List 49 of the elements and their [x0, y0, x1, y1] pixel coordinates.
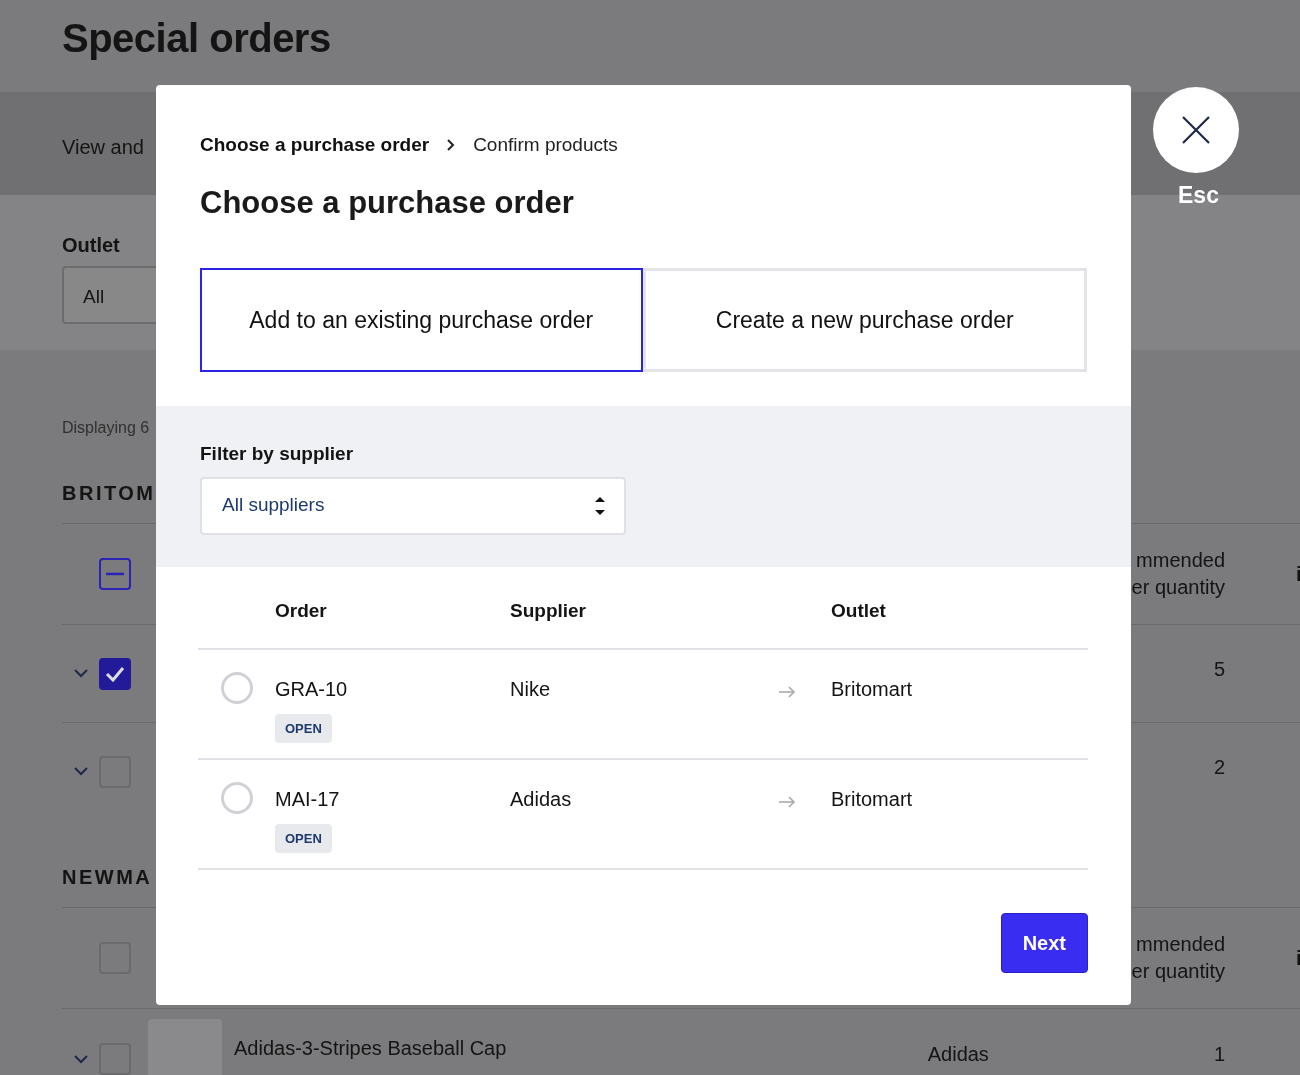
group-heading: BRITOM — [62, 481, 156, 505]
group-heading: NEWMA — [62, 865, 153, 889]
quantity-value: 1 — [1213, 1042, 1225, 1067]
outlet-label: Outlet — [62, 233, 120, 258]
chevron-down-icon — [73, 1055, 88, 1064]
arrow-right-icon — [779, 686, 796, 699]
supplier-name: Adidas — [927, 1042, 989, 1067]
filter-label: Filter by supplier — [200, 442, 354, 466]
status-badge: OPEN — [275, 713, 332, 743]
outlet-name: Britomart — [831, 787, 913, 810]
row-checkbox[interactable] — [99, 657, 131, 690]
column-heading: i — [1295, 946, 1300, 971]
close-icon — [1181, 115, 1211, 145]
radio-button[interactable] — [221, 671, 253, 704]
next-button[interactable]: Next — [1000, 912, 1088, 973]
close-shortcut-label: Esc — [1178, 181, 1219, 210]
results-summary: Displaying 6 — [62, 418, 150, 438]
column-header: Order — [275, 600, 327, 621]
supplier-name: Adidas — [510, 787, 572, 810]
select-all-checkbox[interactable] — [99, 558, 131, 590]
status-badge: OPEN — [275, 823, 332, 853]
outlet-name: Britomart — [831, 677, 913, 700]
chevron-right-icon — [447, 139, 456, 152]
product-name: Adidas-3-Stripes Baseball Cap — [234, 1036, 507, 1061]
chevron-down-icon — [73, 767, 88, 776]
supplier-select[interactable]: All suppliers — [200, 476, 626, 535]
minus-icon — [106, 572, 124, 576]
option-tab[interactable]: Create a new purchase order — [642, 268, 1087, 372]
dialog-title: Choose a purchase order — [200, 183, 574, 222]
column-heading: mmended er quantity — [1131, 932, 1225, 984]
order-number: GRA-10 — [275, 677, 348, 700]
column-heading: mmended er quantity — [1131, 548, 1225, 600]
sort-arrows-icon — [594, 495, 606, 516]
page-title: Special orders — [62, 15, 331, 62]
arrow-right-icon — [779, 796, 796, 809]
radio-button[interactable] — [221, 781, 253, 814]
page-description: View and — [62, 135, 144, 160]
column-header: Supplier — [510, 600, 586, 621]
option-tab[interactable]: Add to an existing purchase order — [200, 268, 643, 372]
column-heading: i — [1295, 562, 1300, 587]
supplier-name: Nike — [510, 677, 550, 700]
check-icon — [105, 665, 125, 682]
column-header: Outlet — [831, 600, 886, 621]
breadcrumb-item[interactable]: Choose a purchase order — [200, 131, 430, 160]
quantity-value: 5 — [1213, 656, 1225, 682]
chevron-down-icon — [73, 669, 88, 678]
breadcrumb-item[interactable]: Confirm products — [473, 131, 618, 160]
order-number: MAI-17 — [275, 787, 340, 810]
quantity-value: 2 — [1213, 754, 1225, 780]
